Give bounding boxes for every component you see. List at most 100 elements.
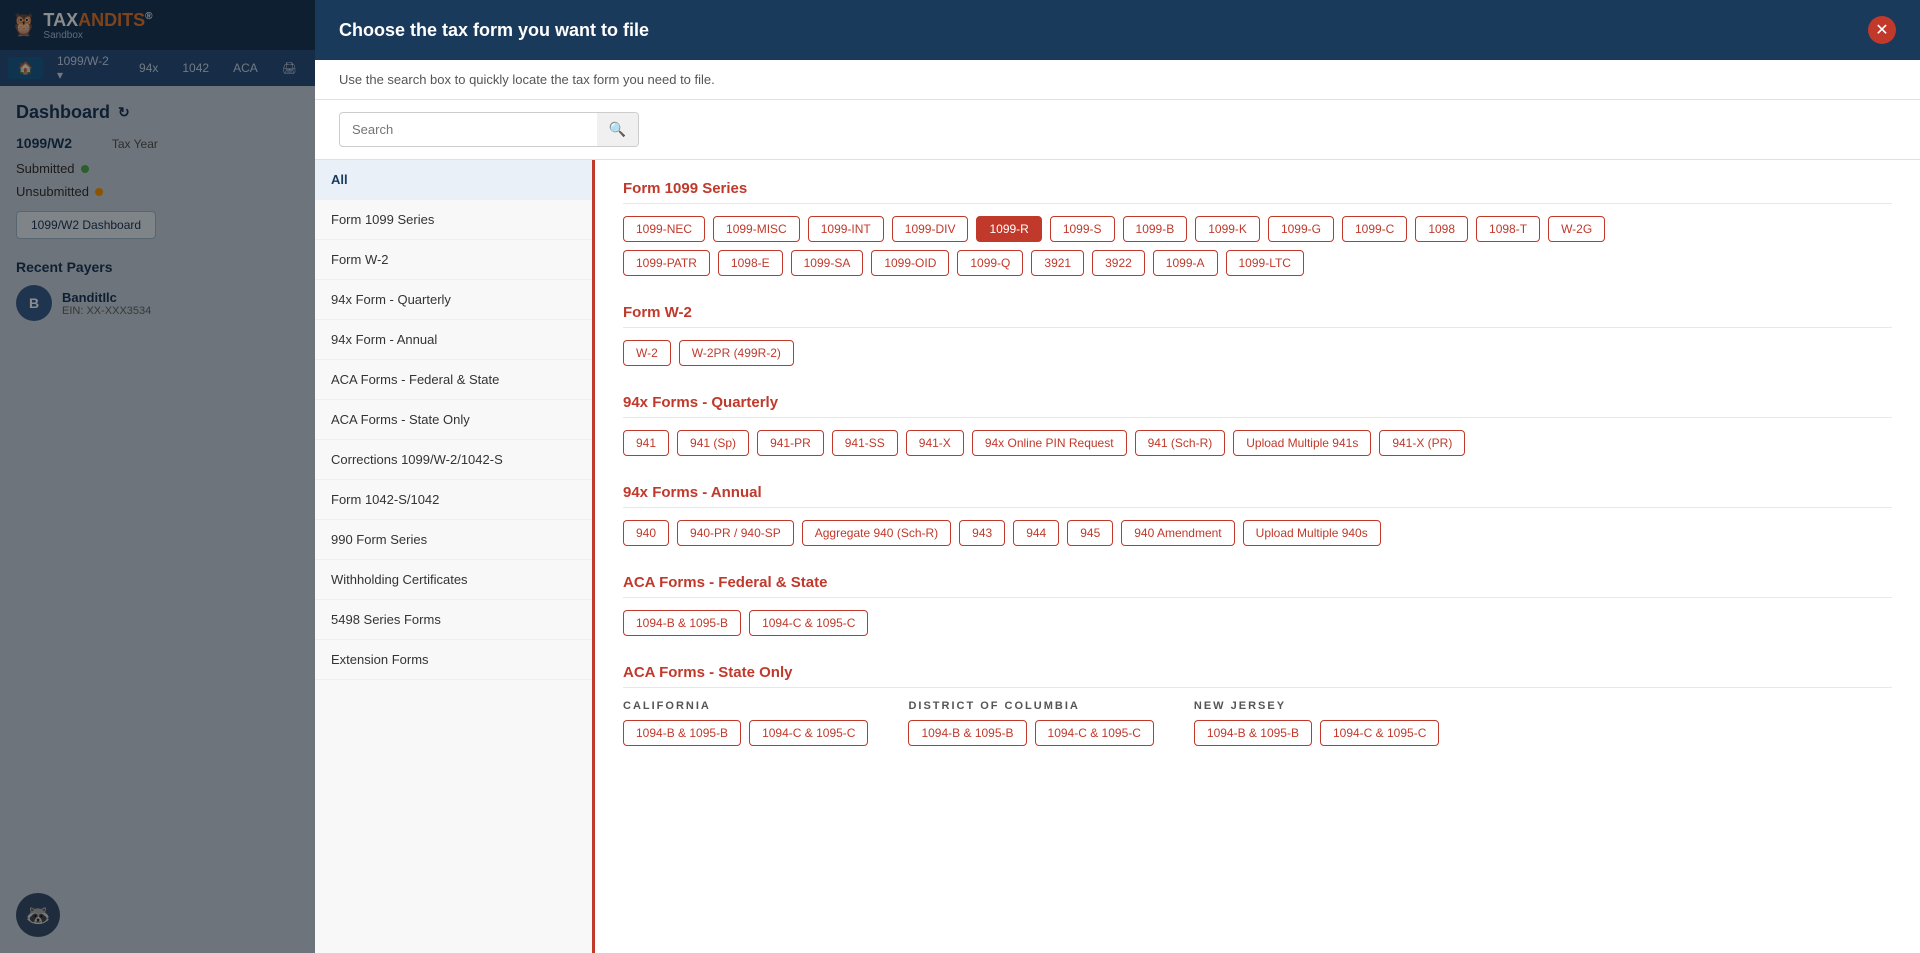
search-box-container: 🔍 xyxy=(315,100,1920,160)
state-dc: DISTRICT OF COLUMBIA 1094-B & 1095-B 109… xyxy=(908,700,1153,746)
modal-subtitle: Use the search box to quickly locate the… xyxy=(315,60,1920,100)
search-input-wrap: 🔍 xyxy=(339,112,639,147)
section-1099-title: Form 1099 Series xyxy=(623,180,1892,204)
form-tags-annual: 940 940-PR / 940-SP Aggregate 940 (Sch-R… xyxy=(623,520,1892,546)
tag-1098-t[interactable]: 1098-T xyxy=(1476,216,1540,242)
state-nj: NEW JERSEY 1094-B & 1095-B 1094-C & 1095… xyxy=(1194,700,1439,746)
tag-w2g[interactable]: W-2G xyxy=(1548,216,1605,242)
modal-overlay: Choose the tax form you want to file ✕ U… xyxy=(0,0,1920,953)
tag-1099-q[interactable]: 1099-Q xyxy=(957,250,1023,276)
section-aca-federal: ACA Forms - Federal & State 1094-B & 109… xyxy=(623,574,1892,636)
category-990[interactable]: 990 Form Series xyxy=(315,520,592,560)
modal-header: Choose the tax form you want to file ✕ xyxy=(315,0,1920,60)
category-1042[interactable]: Form 1042-S/1042 xyxy=(315,480,592,520)
tag-1099-div[interactable]: 1099-DIV xyxy=(892,216,969,242)
category-all[interactable]: All xyxy=(315,160,592,200)
tag-1099-oid[interactable]: 1099-OID xyxy=(871,250,949,276)
tag-940[interactable]: 940 xyxy=(623,520,669,546)
tag-940-amendment[interactable]: 940 Amendment xyxy=(1121,520,1234,546)
tag-1094b-1095b-fed[interactable]: 1094-B & 1095-B xyxy=(623,610,741,636)
modal-body: All Form 1099 Series Form W-2 94x Form -… xyxy=(315,160,1920,953)
tag-945[interactable]: 945 xyxy=(1067,520,1113,546)
section-aca-state-title: ACA Forms - State Only xyxy=(623,664,1892,688)
tag-ca-1094b-1095b[interactable]: 1094-B & 1095-B xyxy=(623,720,741,746)
tag-941-schr[interactable]: 941 (Sch-R) xyxy=(1135,430,1226,456)
tag-3921[interactable]: 3921 xyxy=(1031,250,1084,276)
tag-upload-941s[interactable]: Upload Multiple 941s xyxy=(1233,430,1371,456)
california-label: CALIFORNIA xyxy=(623,700,868,712)
tag-94x-pin[interactable]: 94x Online PIN Request xyxy=(972,430,1127,456)
tag-1099-a[interactable]: 1099-A xyxy=(1153,250,1218,276)
tag-1099-patr[interactable]: 1099-PATR xyxy=(623,250,710,276)
dc-label: DISTRICT OF COLUMBIA xyxy=(908,700,1153,712)
form-tags-california: 1094-B & 1095-B 1094-C & 1095-C xyxy=(623,720,868,746)
section-aca-federal-title: ACA Forms - Federal & State xyxy=(623,574,1892,598)
tag-941-ss[interactable]: 941-SS xyxy=(832,430,898,456)
form-tags-w2: W-2 W-2PR (499R-2) xyxy=(623,340,1892,366)
tag-nj-1094b-1095b[interactable]: 1094-B & 1095-B xyxy=(1194,720,1312,746)
tag-1099-nec[interactable]: 1099-NEC xyxy=(623,216,705,242)
section-quarterly: 94x Forms - Quarterly 941 941 (Sp) 941-P… xyxy=(623,394,1892,456)
tag-941-pr[interactable]: 941-PR xyxy=(757,430,824,456)
tag-1099-misc[interactable]: 1099-MISC xyxy=(713,216,800,242)
tag-1099-sa[interactable]: 1099-SA xyxy=(791,250,864,276)
nj-label: NEW JERSEY xyxy=(1194,700,1439,712)
category-list: All Form 1099 Series Form W-2 94x Form -… xyxy=(315,160,595,953)
category-aca-federal[interactable]: ACA Forms - Federal & State xyxy=(315,360,592,400)
tag-1098-e[interactable]: 1098-E xyxy=(718,250,783,276)
category-5498[interactable]: 5498 Series Forms xyxy=(315,600,592,640)
tag-940-pr-sp[interactable]: 940-PR / 940-SP xyxy=(677,520,794,546)
section-annual-title: 94x Forms - Annual xyxy=(623,484,1892,508)
close-button[interactable]: ✕ xyxy=(1868,16,1896,44)
tag-dc-1094c-1095c[interactable]: 1094-C & 1095-C xyxy=(1035,720,1154,746)
tag-941[interactable]: 941 xyxy=(623,430,669,456)
tag-nj-1094c-1095c[interactable]: 1094-C & 1095-C xyxy=(1320,720,1439,746)
tag-941-x[interactable]: 941-X xyxy=(906,430,964,456)
tag-1099-int[interactable]: 1099-INT xyxy=(808,216,884,242)
section-w2: Form W-2 W-2 W-2PR (499R-2) xyxy=(623,304,1892,366)
tag-1099-g[interactable]: 1099-G xyxy=(1268,216,1334,242)
tag-1098[interactable]: 1098 xyxy=(1415,216,1468,242)
tag-upload-940s[interactable]: Upload Multiple 940s xyxy=(1243,520,1381,546)
tag-941-sp[interactable]: 941 (Sp) xyxy=(677,430,749,456)
tag-943[interactable]: 943 xyxy=(959,520,1005,546)
category-94x-quarterly[interactable]: 94x Form - Quarterly xyxy=(315,280,592,320)
tag-1099-c[interactable]: 1099-C xyxy=(1342,216,1407,242)
section-w2-title: Form W-2 xyxy=(623,304,1892,328)
modal-title: Choose the tax form you want to file xyxy=(339,20,649,41)
state-california: CALIFORNIA 1094-B & 1095-B 1094-C & 1095… xyxy=(623,700,868,746)
search-input[interactable] xyxy=(340,114,597,145)
category-1099[interactable]: Form 1099 Series xyxy=(315,200,592,240)
section-aca-state: ACA Forms - State Only CALIFORNIA 1094-B… xyxy=(623,664,1892,746)
tag-941x-pr[interactable]: 941-X (PR) xyxy=(1379,430,1465,456)
search-button[interactable]: 🔍 xyxy=(597,113,638,146)
tag-1094c-1095c-fed[interactable]: 1094-C & 1095-C xyxy=(749,610,868,636)
category-withholding[interactable]: Withholding Certificates xyxy=(315,560,592,600)
section-quarterly-title: 94x Forms - Quarterly xyxy=(623,394,1892,418)
form-tags-dc: 1094-B & 1095-B 1094-C & 1095-C xyxy=(908,720,1153,746)
form-area: Form 1099 Series 1099-NEC 1099-MISC 1099… xyxy=(595,160,1920,953)
category-94x-annual[interactable]: 94x Form - Annual xyxy=(315,320,592,360)
tag-aggregate-940[interactable]: Aggregate 940 (Sch-R) xyxy=(802,520,951,546)
tag-dc-1094b-1095b[interactable]: 1094-B & 1095-B xyxy=(908,720,1026,746)
form-tags-aca-federal: 1094-B & 1095-B 1094-C & 1095-C xyxy=(623,610,1892,636)
tag-w2pr[interactable]: W-2PR (499R-2) xyxy=(679,340,794,366)
tag-944[interactable]: 944 xyxy=(1013,520,1059,546)
category-corrections[interactable]: Corrections 1099/W-2/1042-S xyxy=(315,440,592,480)
tag-3922[interactable]: 3922 xyxy=(1092,250,1145,276)
category-extension[interactable]: Extension Forms xyxy=(315,640,592,680)
category-w2[interactable]: Form W-2 xyxy=(315,240,592,280)
form-tags-nj: 1094-B & 1095-B 1094-C & 1095-C xyxy=(1194,720,1439,746)
tag-1099-b[interactable]: 1099-B xyxy=(1123,216,1188,242)
tag-1099-s[interactable]: 1099-S xyxy=(1050,216,1115,242)
tag-1099-k[interactable]: 1099-K xyxy=(1195,216,1260,242)
tag-ca-1094c-1095c[interactable]: 1094-C & 1095-C xyxy=(749,720,868,746)
form-tags-1099-row2: 1099-PATR 1098-E 1099-SA 1099-OID 1099-Q… xyxy=(623,250,1892,276)
tag-1099-ltc[interactable]: 1099-LTC xyxy=(1226,250,1304,276)
section-1099: Form 1099 Series 1099-NEC 1099-MISC 1099… xyxy=(623,180,1892,276)
modal: Choose the tax form you want to file ✕ U… xyxy=(315,0,1920,953)
tag-w2[interactable]: W-2 xyxy=(623,340,671,366)
tag-1099-r[interactable]: 1099-R xyxy=(976,216,1041,242)
category-aca-state[interactable]: ACA Forms - State Only xyxy=(315,400,592,440)
form-tags-1099-row1: 1099-NEC 1099-MISC 1099-INT 1099-DIV 109… xyxy=(623,216,1892,242)
